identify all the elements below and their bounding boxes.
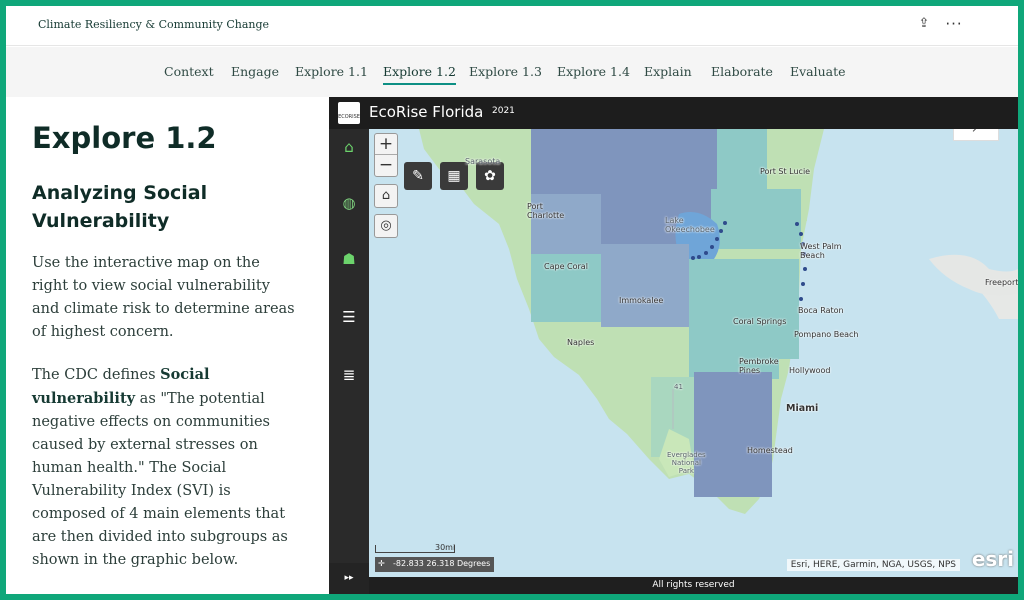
svi-text-prefix: The CDC defines: [32, 367, 161, 383]
svi-tract-miami-dade: [694, 372, 772, 497]
label-everglades: Everglades National Park: [667, 451, 706, 475]
label-pompano-beach: Pompano Beach: [794, 330, 859, 339]
ecorise-logo: ECORISE: [338, 102, 360, 124]
svi-tract-immokalee: [601, 244, 689, 327]
home-icon[interactable]: ⌂: [339, 137, 359, 157]
layers-list-icon[interactable]: ≣: [339, 365, 359, 385]
basemap-grid-icon: ▦: [447, 168, 461, 184]
nav-explain[interactable]: Explain: [644, 47, 692, 97]
nav-evaluate[interactable]: Evaluate: [790, 47, 846, 97]
ruler-icon: ✎: [412, 168, 424, 184]
nav-explore-1-3[interactable]: Explore 1.3: [469, 47, 542, 97]
basemap-button[interactable]: ▦: [440, 162, 468, 190]
svi-paragraph: The CDC defines Social vulnerability as …: [32, 363, 297, 572]
map-attribution[interactable]: Esri, HERE, Garmin, NGA, USGS, NPS: [786, 559, 960, 571]
external-link-icon: ↗: [971, 129, 981, 135]
svi-text-suffix: as "The potential negative effects on co…: [32, 391, 288, 568]
measure-button[interactable]: ✎: [404, 162, 432, 190]
map-title: EcoRise Florida: [369, 103, 484, 121]
open-external-button[interactable]: ↗: [953, 129, 999, 141]
svi-tract-medium-okeechobee: [711, 189, 801, 249]
nav-explore-1-4[interactable]: Explore 1.4: [557, 47, 630, 97]
label-miami: Miami: [786, 403, 819, 414]
svi-tract-medium-ne: [717, 129, 767, 189]
globe-icon[interactable]: ◍: [339, 193, 359, 213]
label-hollywood: Hollywood: [789, 366, 831, 375]
home-button[interactable]: ⌂: [374, 184, 398, 208]
list-icon[interactable]: ☰: [339, 307, 359, 327]
label-sarasota: Sarasota: [465, 157, 501, 166]
svi-tract-collier-east: [601, 327, 689, 377]
label-freeport: Freeport: [985, 278, 1018, 287]
zoom-control: + −: [374, 133, 398, 177]
home-icon: ⌂: [381, 188, 391, 203]
web-map-app: ECORISE EcoRise Florida 2021 ⌂ ◍ ☗ ☰ ≣ ▸…: [329, 97, 1018, 594]
section-heading: Explore 1.2: [32, 121, 217, 155]
top-bar: Climate Resiliency & Community Change ⇪ …: [6, 6, 1018, 46]
intro-paragraph: Use the interactive map on the right to …: [32, 255, 295, 340]
story-frame: Climate Resiliency & Community Change ⇪ …: [6, 6, 1018, 594]
locate-button[interactable]: ◎: [374, 214, 398, 238]
esri-logo[interactable]: esri: [972, 547, 1014, 571]
map-footer: All rights reserved: [369, 577, 1018, 594]
label-port-charlotte: Port Charlotte: [527, 202, 565, 220]
label-homestead: Homestead: [747, 446, 793, 455]
label-route-41: 41: [674, 383, 683, 391]
label-port-st-lucie: Port St Lucie: [760, 167, 811, 176]
svi-tract-palm-beach: [689, 259, 799, 359]
nav-explore-1-2[interactable]: Explore 1.2: [383, 47, 456, 97]
section-nav: Context Engage Explore 1.1 Explore 1.2 E…: [6, 47, 1018, 97]
nav-engage[interactable]: Engage: [231, 47, 279, 97]
map-canvas[interactable]: + − ⌂ ◎ ✎ ▦ ✿ ↗ Sarasota Port St Lucie P…: [369, 129, 1018, 577]
palette-icon: ✿: [484, 168, 496, 184]
label-cape-coral: Cape Coral: [544, 262, 588, 271]
zoom-out-button[interactable]: −: [375, 155, 397, 176]
people-icon[interactable]: ☗: [339, 249, 359, 269]
label-boca-raton: Boca Raton: [798, 306, 844, 315]
label-naples: Naples: [567, 338, 595, 347]
map-svg: [369, 129, 1018, 577]
map-year: 2021: [492, 106, 515, 116]
expand-panel-button[interactable]: ▸▸: [329, 563, 369, 594]
section-subheading: Analyzing Social Vulnerability: [32, 182, 208, 232]
map-sidebar: ⌂ ◍ ☗ ☰ ≣: [329, 129, 369, 594]
coordinate-readout[interactable]: ✛ -82.833 26.318 Degrees: [375, 557, 495, 572]
map-header: ECORISE EcoRise Florida 2021: [329, 97, 1018, 129]
coordinate-text: -82.833 26.318 Degrees: [393, 559, 491, 568]
legend-button[interactable]: ✿: [476, 162, 504, 190]
narrative-panel: Explore 1.2 Analyzing Social Vulnerabili…: [6, 97, 329, 594]
nav-context[interactable]: Context: [164, 47, 214, 97]
label-west-palm-beach: West Palm Beach: [800, 242, 842, 260]
more-options-icon[interactable]: ···: [944, 15, 964, 33]
story-title[interactable]: Climate Resiliency & Community Change: [38, 18, 269, 31]
label-pembroke-pines: Pembroke Pines: [739, 357, 779, 375]
zoom-in-button[interactable]: +: [375, 134, 397, 155]
nav-explore-1-1[interactable]: Explore 1.1: [295, 47, 368, 97]
scale-label: 30mi: [435, 543, 456, 552]
crosshair-icon: ✛: [378, 559, 385, 568]
label-immokalee: Immokalee: [619, 296, 664, 305]
locate-icon: ◎: [380, 218, 392, 233]
label-lake-okeechobee: Lake Okeechobee: [665, 216, 715, 234]
svi-tract-very-high-north: [531, 129, 717, 194]
share-icon[interactable]: ⇪: [916, 16, 932, 34]
nav-elaborate[interactable]: Elaborate: [711, 47, 773, 97]
label-coral-springs: Coral Springs: [733, 317, 787, 326]
